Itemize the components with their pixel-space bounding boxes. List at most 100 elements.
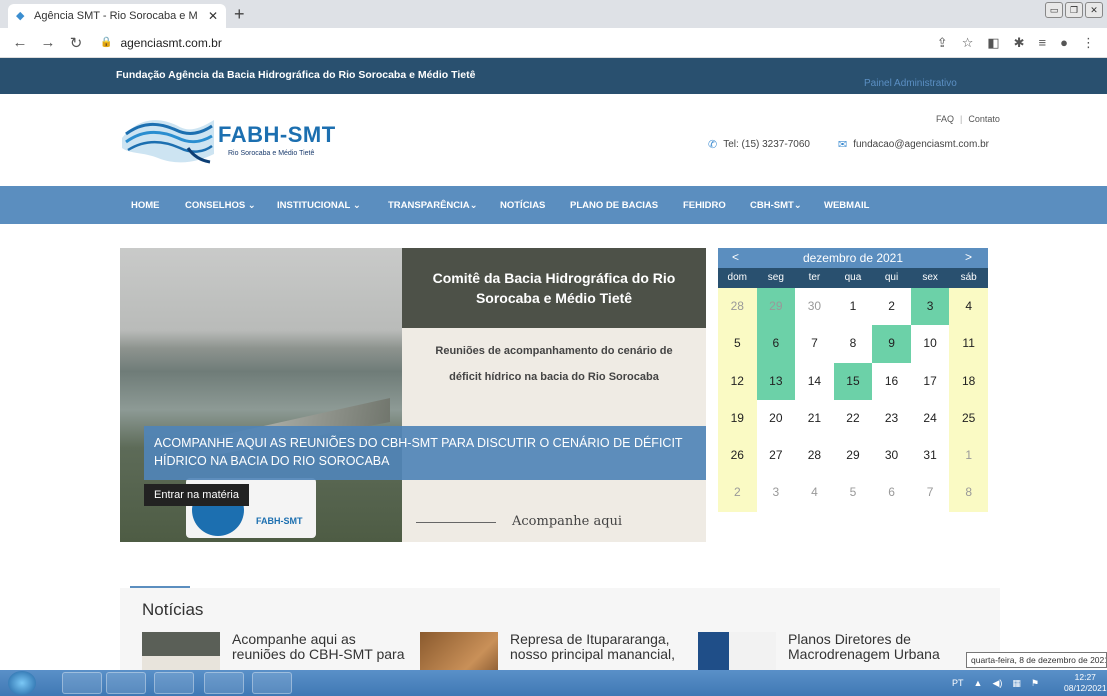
calendar-day[interactable]: 17 <box>911 363 950 400</box>
mail-app-icon[interactable] <box>252 672 292 694</box>
calendar-day[interactable]: 1 <box>834 288 873 325</box>
calendar-day[interactable]: 3 <box>757 474 796 511</box>
calendar-day[interactable]: 2 <box>872 288 911 325</box>
calendar-day[interactable]: 4 <box>795 474 834 511</box>
clock[interactable]: 12:27 08/12/2021 <box>1064 672 1107 694</box>
nav-transparencia[interactable]: TRANSPARÊNCIA⌄ <box>388 200 478 211</box>
calendar-day[interactable]: 27 <box>757 437 796 474</box>
browser-tab[interactable]: ◆ Agência SMT - Rio Sorocaba e M ✕ <box>8 4 226 28</box>
calendar-day[interactable]: 28 <box>795 437 834 474</box>
flag-icon[interactable]: ⚑ <box>1031 678 1039 689</box>
calendar-day[interactable]: 30 <box>872 437 911 474</box>
reload-icon[interactable]: ↻ <box>68 34 84 52</box>
back-icon[interactable]: ← <box>12 34 28 51</box>
contact-link[interactable]: Contato <box>968 114 1000 124</box>
calendar-week-row: 5 6 7 8 9 10 11 <box>718 325 988 363</box>
calendar-day[interactable]: 4 <box>949 288 988 326</box>
calendar-day[interactable]: 7 <box>795 325 834 362</box>
calendar-day[interactable]: 25 <box>949 399 988 438</box>
calendar-day[interactable]: 9 <box>872 325 911 363</box>
nav-institucional[interactable]: INSTITUCIONAL ⌄ <box>277 200 361 211</box>
explorer-icon[interactable] <box>62 672 102 694</box>
calendar-day[interactable]: 1 <box>949 437 988 475</box>
nav-cbh-smt[interactable]: CBH-SMT⌄ <box>750 200 802 211</box>
calendar-day[interactable]: 29 <box>756 288 796 326</box>
calendar-day[interactable]: 5 <box>718 325 757 363</box>
calendar-day[interactable]: 13 <box>756 362 796 400</box>
phone-icon: ✆ <box>708 139 718 151</box>
maximize-icon[interactable]: ❐ <box>1065 2 1083 18</box>
calendar-day[interactable]: 23 <box>872 400 911 437</box>
calendar-day[interactable]: 10 <box>911 325 950 362</box>
email-text[interactable]: fundacao@agenciasmt.com.br <box>853 139 989 150</box>
envelope-icon: ✉ <box>838 139 848 151</box>
faq-link[interactable]: FAQ <box>936 114 954 124</box>
calendar-day[interactable]: 26 <box>718 437 757 475</box>
site-logo[interactable]: FABH-SMT Rio Sorocaba e Médio Tietê <box>118 108 338 170</box>
water-drop-icon: ◆ <box>16 10 25 22</box>
next-month-button[interactable]: > <box>965 250 972 264</box>
calendar-day[interactable]: 15 <box>833 362 873 400</box>
calendar-day[interactable]: 18 <box>949 362 988 400</box>
share-icon[interactable]: ⇪ <box>937 35 948 51</box>
nav-webmail[interactable]: WEBMAIL <box>824 200 869 211</box>
slide-acompanhe: Acompanhe aqui <box>512 514 623 529</box>
prev-month-button[interactable]: < <box>732 250 739 264</box>
tray-arrow-icon[interactable]: ▲ <box>974 678 983 689</box>
puzzle-icon[interactable]: ✱ <box>1014 35 1025 51</box>
calendar-day[interactable]: 14 <box>795 363 834 400</box>
calendar-day[interactable]: 21 <box>795 400 834 437</box>
minimize-icon[interactable]: ▭ <box>1045 2 1063 18</box>
language-indicator[interactable]: PT <box>952 678 964 689</box>
star-icon[interactable]: ☆ <box>962 35 974 51</box>
calendar-week-row: 2345678 <box>718 474 988 512</box>
calendar-day[interactable]: 19 <box>718 399 757 438</box>
nav-conselhos[interactable]: CONSELHOS ⌄ <box>185 200 256 211</box>
network-icon[interactable]: ▦ <box>1012 678 1021 689</box>
weekday-label: seg <box>767 272 784 283</box>
nav-fehidro[interactable]: FEHIDRO <box>683 200 726 211</box>
calendar-day[interactable]: 31 <box>911 437 950 474</box>
close-window-icon[interactable]: ✕ <box>1085 2 1103 18</box>
calendar-day[interactable]: 22 <box>834 400 873 437</box>
extension-icon[interactable]: ◧ <box>987 35 999 51</box>
profile-icon[interactable]: ● <box>1060 35 1068 51</box>
lock-icon[interactable]: 🔒 <box>100 37 112 48</box>
calendar-day[interactable]: 30 <box>795 288 834 325</box>
slide-caption[interactable]: ACOMPANHE AQUI AS REUNIÕES DO CBH-SMT PA… <box>144 426 706 480</box>
paint-icon[interactable] <box>154 672 194 694</box>
reading-list-icon[interactable]: ≡ <box>1039 35 1047 51</box>
enter-article-button[interactable]: Entrar na matéria <box>144 484 249 506</box>
forward-icon[interactable]: → <box>40 34 56 51</box>
chrome-icon[interactable] <box>106 672 146 694</box>
volume-icon[interactable]: ◀) <box>992 678 1002 689</box>
start-button-icon[interactable] <box>8 671 36 695</box>
calendar-day[interactable]: 8 <box>949 474 988 512</box>
url-field[interactable]: 🔒 agenciasmt.com.br <box>100 36 937 50</box>
nav-noticias[interactable]: NOTÍCIAS <box>500 200 545 211</box>
phone-contact: ✆ Tel: (15) 3237-7060 <box>708 138 810 151</box>
calendar-day[interactable]: 5 <box>834 474 873 511</box>
calendar-day[interactable]: 16 <box>872 363 911 400</box>
calendar-week-row: 26 27 28 29 30 31 1 <box>718 437 988 475</box>
calendar-day[interactable]: 6 <box>872 474 911 511</box>
calendar-day[interactable]: 28 <box>718 288 757 326</box>
nav-home[interactable]: HOME <box>131 200 160 211</box>
nav-plano-de-bacias[interactable]: PLANO DE BACIAS <box>570 200 658 211</box>
calendar-day[interactable]: 11 <box>949 325 988 363</box>
calendar-day[interactable]: 20 <box>757 400 796 437</box>
calendar-day[interactable]: 2 <box>718 474 757 512</box>
calendar-day[interactable]: 8 <box>834 325 873 362</box>
calendar-day[interactable]: 24 <box>911 400 950 437</box>
admin-panel-link[interactable]: Painel Administrativo <box>864 78 957 89</box>
calendar-day[interactable]: 29 <box>834 437 873 474</box>
new-tab-icon[interactable]: + <box>234 4 245 24</box>
calendar-day[interactable]: 12 <box>718 362 757 400</box>
acrobat-icon[interactable] <box>204 672 244 694</box>
menu-icon[interactable]: ⋮ <box>1082 35 1095 51</box>
hero-slider[interactable]: Comitê da Bacia Hidrográfica do Rio Soro… <box>120 248 706 542</box>
close-tab-icon[interactable]: ✕ <box>208 9 218 23</box>
calendar-day[interactable]: 6 <box>756 325 796 363</box>
calendar-day[interactable]: 3 <box>910 288 950 326</box>
calendar-day[interactable]: 7 <box>911 474 950 511</box>
